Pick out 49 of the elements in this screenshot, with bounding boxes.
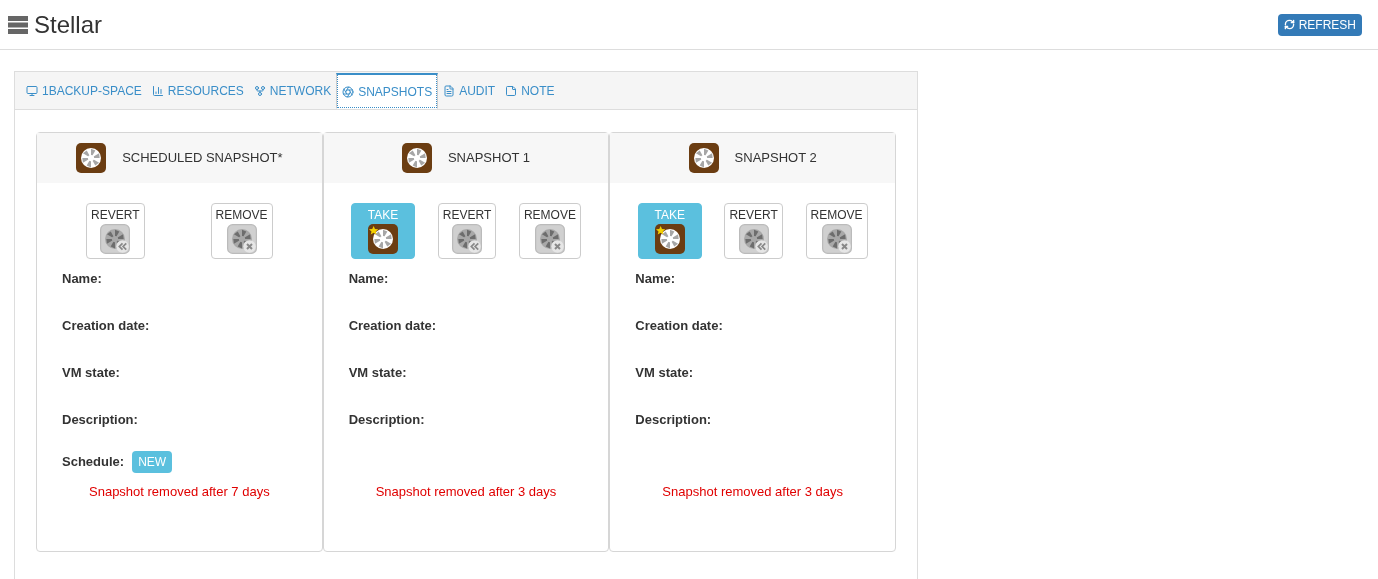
field-label: Name: (348, 270, 390, 287)
field-label: VM state: (62, 364, 121, 381)
shutter-icon (76, 143, 107, 173)
star-shutter-icon (654, 224, 685, 254)
star-shutter-icon (368, 224, 399, 254)
tab[interactable]: NETWORK (248, 73, 337, 109)
tab[interactable]: SNAPSHOTS (336, 73, 439, 109)
field-label: Schedule: (62, 453, 125, 472)
aperture-icon (342, 85, 355, 98)
retention-note: Snapshot removed after 3 days (375, 482, 557, 501)
shutter-icon (401, 143, 432, 173)
note-icon (505, 85, 518, 97)
rewind-shutter-icon (452, 224, 482, 254)
tab[interactable]: AUDIT (438, 73, 501, 109)
tab[interactable]: RESOURCES (146, 73, 249, 109)
tab[interactable]: 1BACKUP-SPACE (21, 73, 147, 109)
field-label: Description: (635, 411, 713, 428)
field-label: VM state: (635, 364, 695, 381)
document-icon (443, 85, 456, 97)
bar-chart-icon (151, 85, 164, 97)
retention-note: Snapshot removed after 7 days (89, 482, 270, 501)
field-label: Creation date: (62, 317, 151, 334)
rewind-shutter-icon (738, 224, 769, 254)
refresh-button[interactable]: REFRESH (1277, 13, 1362, 36)
card-title: SNAPSHOT 1 (447, 149, 531, 168)
card-title: SCHEDULED SNAPSHOT* (122, 149, 283, 168)
delete-shutter-icon (821, 224, 852, 254)
page-title: Stellar (34, 9, 103, 40)
tab[interactable]: NOTE (500, 73, 560, 109)
field-label: VM state: (348, 364, 408, 381)
card-title: SNAPSHOT 2 (734, 149, 817, 168)
field-label: Description: (348, 411, 426, 428)
delete-shutter-icon (534, 224, 565, 254)
shutter-icon (688, 143, 719, 173)
monitor-icon (26, 85, 38, 97)
take-button[interactable]: TAKE (637, 203, 702, 259)
field-label: Creation date: (348, 317, 438, 334)
field-label: Description: (62, 411, 139, 428)
take-button[interactable]: TAKE (351, 203, 416, 259)
retention-note: Snapshot removed after 3 days (662, 482, 843, 501)
field-label: Name: (62, 270, 103, 287)
field-label: Name: (635, 270, 677, 287)
refresh-icon (1283, 19, 1295, 30)
field-label: Creation date: (635, 317, 724, 334)
fork-icon (253, 85, 266, 97)
server-icon (8, 14, 28, 35)
new-badge[interactable]: NEW (132, 451, 173, 473)
delete-shutter-icon (226, 224, 257, 254)
rewind-shutter-icon (100, 224, 131, 254)
